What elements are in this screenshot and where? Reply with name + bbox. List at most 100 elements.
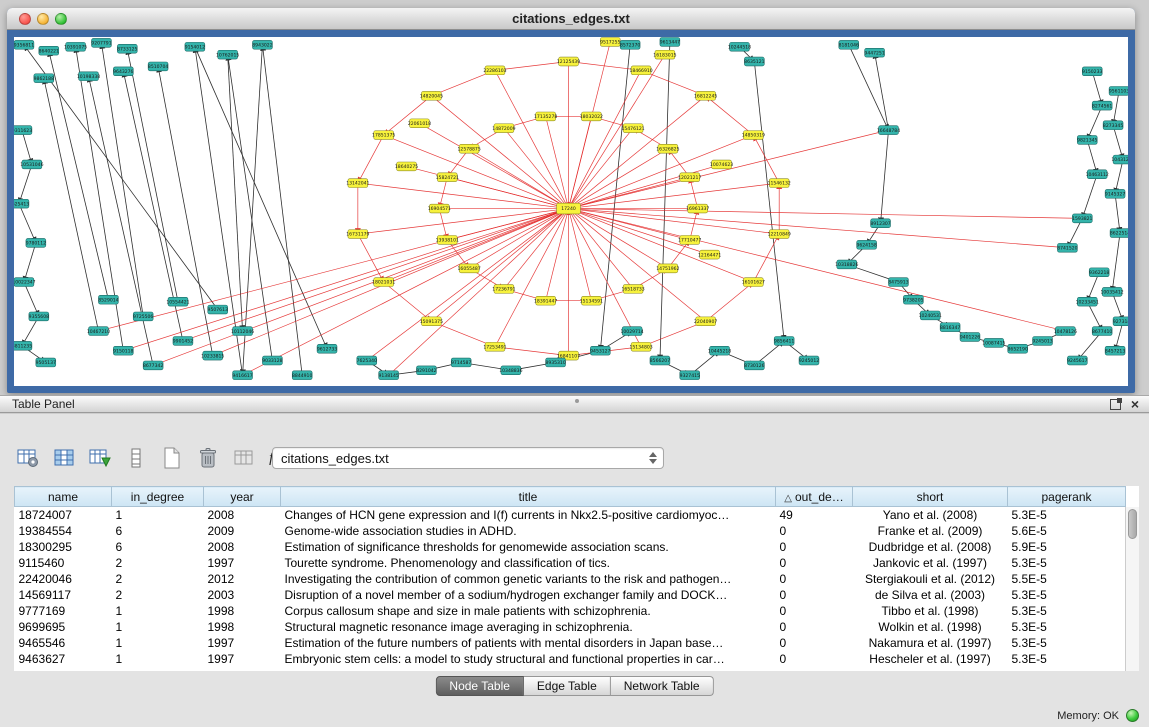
cell-title: Changes of HCN gene expression and I(f) … bbox=[281, 507, 776, 523]
graph-node-label: 9821345 bbox=[1077, 138, 1097, 144]
splitter-grip[interactable] bbox=[575, 399, 579, 403]
graph-node-label: 9311623 bbox=[14, 128, 32, 134]
table-row[interactable]: 911546021997Tourette syndrome. Phenomeno… bbox=[15, 555, 1126, 571]
graph-node-label: 8811235 bbox=[14, 344, 32, 350]
cell-year: 2003 bbox=[204, 587, 281, 603]
close-panel-icon[interactable]: × bbox=[1131, 399, 1139, 410]
cell-title: Investigating the contribution of common… bbox=[281, 571, 776, 587]
table-row[interactable]: 977716911998Corpus callosum shape and si… bbox=[15, 603, 1126, 619]
graph-edge bbox=[243, 209, 569, 376]
cell-out_degree: 0 bbox=[776, 571, 853, 587]
graph-edge bbox=[875, 53, 889, 130]
window-title: citations_edges.txt bbox=[7, 11, 1135, 26]
column-header-title[interactable]: title bbox=[281, 487, 776, 507]
graph-edge bbox=[569, 209, 1083, 219]
graph-node-label: 9856411 bbox=[774, 339, 794, 345]
import-table-button[interactable] bbox=[86, 445, 113, 471]
graph-node-label: 9362218 bbox=[1089, 270, 1109, 276]
table-selector[interactable]: citations_edges.txt bbox=[272, 447, 664, 469]
cell-title: Disruption of a novel member of a sodium… bbox=[281, 587, 776, 603]
float-panel-icon[interactable] bbox=[1110, 399, 1121, 410]
graph-node-label: 10087415 bbox=[982, 341, 1005, 347]
graph-edge bbox=[19, 204, 36, 243]
graph-node-label: 9447251 bbox=[864, 50, 884, 56]
column-header-short[interactable]: short bbox=[853, 487, 1008, 507]
window-titlebar[interactable]: citations_edges.txt bbox=[7, 8, 1135, 30]
cell-out_degree: 0 bbox=[776, 539, 853, 555]
table-row[interactable]: 946362711997Embryonic stem cells: a mode… bbox=[15, 651, 1126, 667]
graph-node-label: 8529014 bbox=[98, 297, 118, 303]
graph-node-label: 1593821 bbox=[1072, 216, 1092, 222]
column-header-pagerank[interactable]: pagerank bbox=[1008, 487, 1126, 507]
memory-status-label: Memory: OK bbox=[1057, 710, 1119, 722]
delete-table-button[interactable] bbox=[194, 445, 221, 471]
graph-node-label: 17240 bbox=[561, 206, 576, 212]
network-canvas[interactable]: 1724016961337120212171632682515476121180… bbox=[14, 37, 1128, 386]
column-header-year[interactable]: year bbox=[204, 487, 281, 507]
table-options-button[interactable] bbox=[14, 445, 41, 471]
graph-node-label: 12164471 bbox=[698, 252, 721, 258]
graph-node-label: 10463112 bbox=[1086, 172, 1109, 178]
tab-network-table[interactable]: Network Table bbox=[611, 676, 714, 696]
graph-node-label: 8635121 bbox=[744, 59, 764, 65]
graph-node-label: 8510704 bbox=[148, 64, 168, 70]
graph-node-label: 9624158 bbox=[856, 243, 876, 249]
cell-short: Yano et al. (2008) bbox=[853, 507, 1008, 523]
table-panel-header: Table Panel × bbox=[0, 395, 1149, 413]
graph-node-label: 10029714 bbox=[620, 329, 643, 335]
create-table-button[interactable] bbox=[158, 445, 185, 471]
row-tools-button[interactable] bbox=[122, 445, 149, 471]
graph-node-label: 16961337 bbox=[686, 206, 709, 212]
table-row[interactable]: 1456911722003Disruption of a novel membe… bbox=[15, 587, 1126, 603]
graph-node-label: 18032022 bbox=[580, 114, 603, 120]
graph-node-label: 8733125 bbox=[117, 46, 137, 52]
table-row[interactable]: 1938455462009Genome-wide association stu… bbox=[15, 523, 1126, 539]
table-row[interactable]: 2242004622012Investigating the contribut… bbox=[15, 571, 1126, 587]
graph-node-label: 10531046 bbox=[20, 162, 43, 168]
column-header-out-degree[interactable]: △out_de… bbox=[776, 487, 853, 507]
graph-node-label: 8625413 bbox=[14, 201, 29, 207]
graph-node-label: 9245012 bbox=[799, 358, 819, 364]
graph-node-label: 10233451 bbox=[1076, 299, 1099, 305]
graph-node-label: 10035412 bbox=[1100, 290, 1123, 296]
graph-node-label: 9207791 bbox=[91, 41, 111, 47]
graph-node-label: 16055487 bbox=[458, 266, 481, 272]
cell-name: 14569117 bbox=[15, 587, 112, 603]
show-columns-button[interactable] bbox=[50, 445, 77, 471]
table-scrollbar-thumb[interactable] bbox=[1128, 509, 1137, 539]
graph-node-label: 8475913 bbox=[888, 280, 908, 286]
merge-tables-button[interactable] bbox=[230, 445, 257, 471]
graph-node-label: 10074623 bbox=[710, 162, 733, 168]
graph-node-label: 9150118 bbox=[113, 348, 133, 354]
node-table: name in_degree year title △out_de… short… bbox=[14, 486, 1139, 671]
table-row[interactable]: 1872400712008Changes of HCN gene express… bbox=[15, 507, 1126, 523]
table-row[interactable]: 1830029562008Estimation of significance … bbox=[15, 539, 1126, 555]
table-row[interactable]: 946554611997Estimation of the future num… bbox=[15, 635, 1126, 651]
table-row[interactable]: 969969511998Structural magnetic resonanc… bbox=[15, 619, 1126, 635]
column-header-in-degree[interactable]: in_degree bbox=[112, 487, 204, 507]
graph-edge bbox=[706, 96, 754, 135]
graph-node-label: 16518733 bbox=[621, 287, 644, 293]
graph-node-label: 9453127 bbox=[590, 348, 610, 354]
table-scrollbar[interactable] bbox=[1125, 507, 1139, 671]
tab-node-table[interactable]: Node Table bbox=[435, 676, 524, 696]
graph-node-label: 10467210 bbox=[87, 329, 110, 335]
cell-name: 9463627 bbox=[15, 651, 112, 667]
cell-title: Estimation of significance thresholds fo… bbox=[281, 539, 776, 555]
tab-edge-table[interactable]: Edge Table bbox=[524, 676, 611, 696]
table-toolbar: f(x) bbox=[14, 444, 293, 472]
graph-node-label: 9150233 bbox=[1082, 69, 1102, 75]
graph-edge bbox=[389, 209, 569, 376]
graph-node-label: 13938101 bbox=[436, 238, 459, 244]
merge-tables-icon bbox=[232, 446, 256, 470]
column-header-name[interactable]: name bbox=[15, 487, 112, 507]
graph-node-label: 9780112 bbox=[26, 241, 46, 247]
cell-in_degree: 1 bbox=[112, 651, 204, 667]
graph-node-label: 9507613 bbox=[208, 307, 228, 313]
cell-name: 18300295 bbox=[15, 539, 112, 555]
cell-year: 1997 bbox=[204, 651, 281, 667]
combo-arrows-icon bbox=[645, 449, 661, 467]
graph-node-label: 10022347 bbox=[14, 280, 36, 286]
graph-node-label: 13142041 bbox=[346, 181, 369, 187]
graph-node-label: 8741520 bbox=[1057, 245, 1077, 251]
